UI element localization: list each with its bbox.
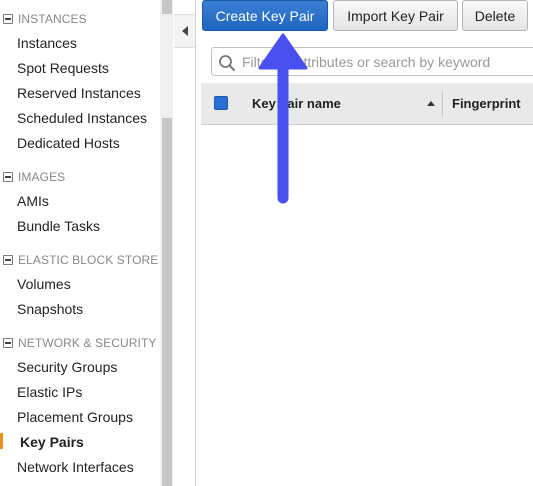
sidebar-item-instances[interactable]: Instances: [17, 35, 77, 51]
sidebar-scrollbar-thumb[interactable]: [162, 118, 172, 486]
section-title: ELASTIC BLOCK STORE: [18, 253, 159, 267]
sidebar-item-scheduled-instances[interactable]: Scheduled Instances: [17, 110, 147, 126]
create-key-pair-button[interactable]: Create Key Pair: [202, 0, 328, 31]
collapse-icon[interactable]: [3, 14, 13, 24]
sidebar-item-bundle-tasks[interactable]: Bundle Tasks: [17, 218, 100, 234]
search-icon: [219, 55, 235, 71]
sidebar-item-network-interfaces[interactable]: Network Interfaces: [17, 459, 134, 475]
import-key-pair-button[interactable]: Import Key Pair: [333, 0, 458, 31]
collapse-icon[interactable]: [3, 255, 13, 265]
scrollbar-thumb-top[interactable]: [162, 0, 172, 14]
sidebar-item-dedicated-hosts[interactable]: Dedicated Hosts: [17, 135, 120, 151]
section-instances[interactable]: INSTANCES: [3, 11, 87, 27]
chevron-left-icon: [181, 26, 188, 36]
sidebar-item-volumes[interactable]: Volumes: [17, 276, 71, 292]
section-images[interactable]: IMAGES: [3, 169, 65, 185]
sidebar-item-elastic-ips[interactable]: Elastic IPs: [17, 384, 82, 400]
collapse-sidebar-button[interactable]: [174, 14, 196, 48]
main-panel: Create Key Pair Import Key Pair Delete K…: [195, 0, 533, 486]
section-title: NETWORK & SECURITY: [18, 336, 157, 350]
select-all-checkbox[interactable]: [214, 96, 228, 110]
sidebar-item-placement-groups[interactable]: Placement Groups: [17, 409, 133, 425]
sidebar-item-security-groups[interactable]: Security Groups: [17, 359, 117, 375]
column-divider[interactable]: [442, 91, 443, 117]
sort-ascending-icon[interactable]: [427, 101, 435, 106]
sidebar-item-snapshots[interactable]: Snapshots: [17, 301, 83, 317]
sidebar-item-reserved-instances[interactable]: Reserved Instances: [17, 85, 141, 101]
collapse-icon[interactable]: [3, 172, 13, 182]
collapse-icon[interactable]: [3, 338, 13, 348]
sidebar-item-amis[interactable]: AMIs: [17, 193, 49, 209]
section-elastic-block-store[interactable]: ELASTIC BLOCK STORE: [3, 252, 158, 268]
sidebar-item-spot-requests[interactable]: Spot Requests: [17, 60, 109, 76]
sidebar-item-key-pairs[interactable]: Key Pairs: [20, 434, 84, 450]
column-header-fingerprint[interactable]: Fingerprint: [452, 96, 521, 111]
section-network-security[interactable]: NETWORK & SECURITY: [3, 335, 156, 351]
annotation-arrow-icon: [258, 33, 308, 204]
section-title: IMAGES: [18, 170, 66, 184]
section-title: INSTANCES: [18, 12, 87, 26]
sidebar-nav: INSTANCES Instances Spot Requests Reserv…: [0, 0, 160, 486]
delete-button[interactable]: Delete: [462, 0, 528, 31]
active-item-marker: [0, 433, 3, 449]
